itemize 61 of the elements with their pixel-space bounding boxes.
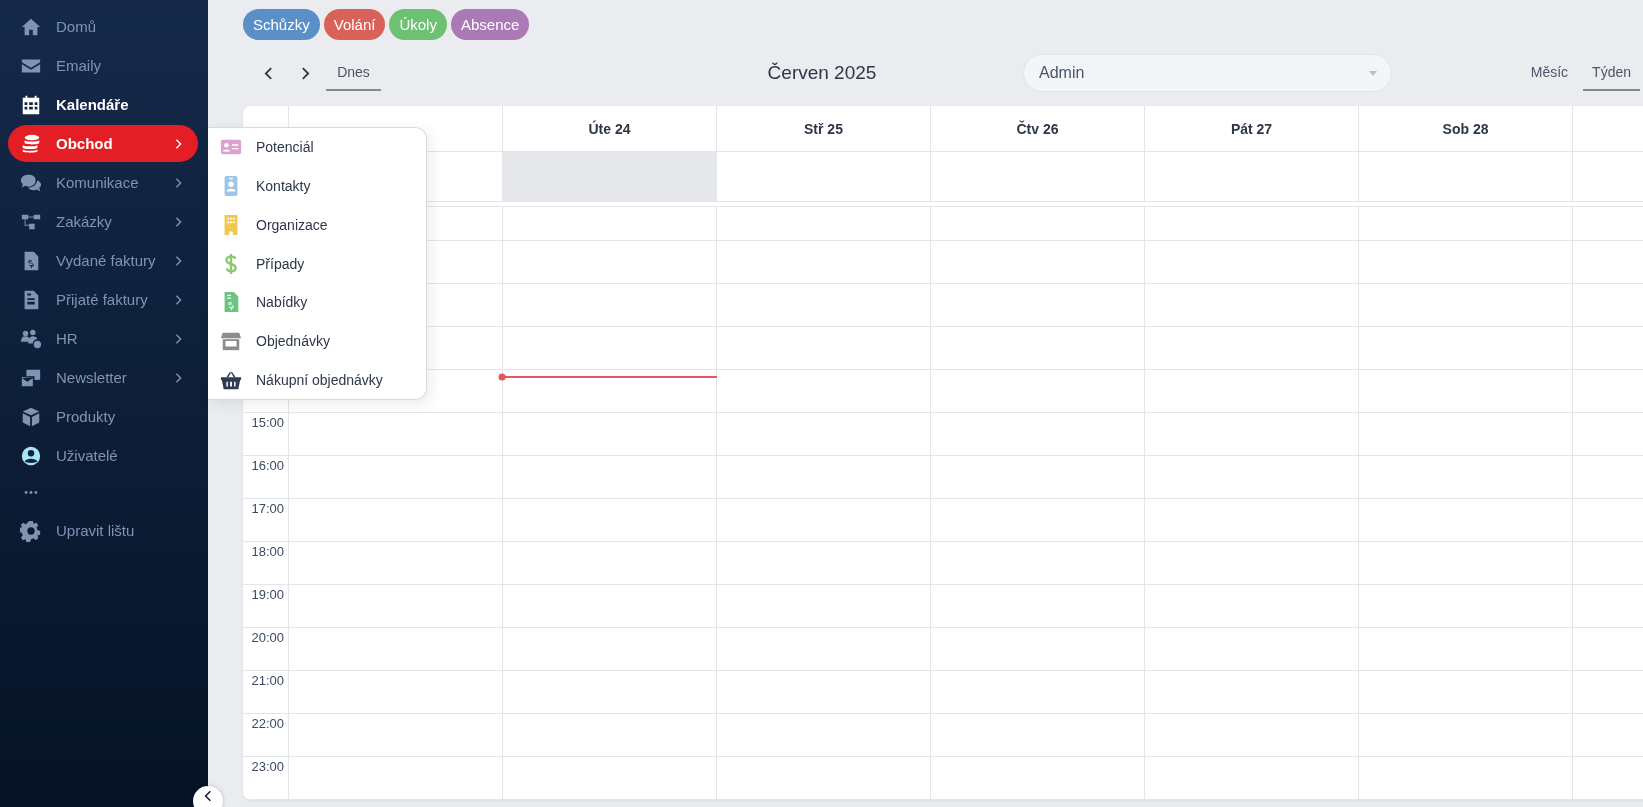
time-label: 17:00 (250, 500, 285, 516)
user-circle-icon (20, 444, 42, 467)
submenu-item[interactable]: Organizace (208, 205, 426, 245)
time-label: 18:00 (250, 543, 285, 559)
sidebar-item[interactable]: Uživatelé (8, 437, 198, 474)
today-button[interactable]: Dnes (326, 55, 381, 91)
calendar-icon (20, 93, 42, 116)
time-label: 22:00 (250, 715, 285, 731)
sidebar-item[interactable]: Domů (8, 8, 198, 45)
day-header: Úte 24 (588, 120, 631, 137)
submenu-item[interactable]: Nákupní objednávky (208, 360, 426, 400)
sidebar-item[interactable]: HR (8, 320, 198, 357)
submenu-item[interactable]: Potenciál (208, 128, 426, 167)
collapse-button[interactable] (193, 786, 223, 807)
chevron-right-icon (175, 332, 182, 345)
submenu-item[interactable]: Případy (208, 244, 426, 283)
user-select[interactable]: Admin (1023, 54, 1392, 92)
coins-icon (20, 132, 42, 155)
users-gear-icon (20, 327, 42, 350)
filter-tag[interactable]: Absence (450, 9, 530, 40)
chevron-right-icon (175, 215, 182, 228)
chevron-left-icon (263, 65, 273, 81)
sidebar-item[interactable]: Zakázky (8, 203, 198, 240)
sidebar-item[interactable]: Emaily (8, 47, 198, 84)
time-label: 15:00 (250, 414, 285, 430)
chevron-right-icon (175, 371, 182, 384)
settings-icon (20, 519, 42, 542)
sidebar-item[interactable]: Newsletter (8, 359, 198, 396)
day-header: Pát 27 (1230, 120, 1273, 137)
day-header: Čtv 26 (1016, 120, 1059, 137)
chevron-right-icon (175, 137, 182, 150)
chevron-right-icon (175, 293, 182, 306)
time-label: 16:00 (250, 457, 285, 473)
day-header: Sob 28 (1442, 120, 1489, 137)
time-label: 19:00 (250, 586, 285, 602)
submenu-item[interactable]: Kontakty (208, 166, 426, 206)
sidebar-item[interactable]: Obchod (8, 125, 198, 162)
chevron-left-icon (204, 789, 212, 803)
day-header: Stř 25 (804, 120, 843, 137)
chevron-right-icon (175, 254, 182, 267)
view-tab[interactable]: Měsíc (1521, 55, 1578, 91)
sidebar-item[interactable]: Komunikace (8, 164, 198, 201)
submenu-item[interactable]: Objednávky (208, 321, 426, 361)
box-icon (20, 405, 42, 428)
caret-down-icon (1369, 70, 1377, 76)
filter-tag[interactable]: Schůzky (243, 9, 320, 40)
chevron-right-icon (175, 176, 182, 189)
time-label: 23:00 (250, 758, 285, 774)
sidebar-item[interactable]: Vydané faktury (8, 242, 198, 279)
view-tab[interactable]: Týden (1583, 55, 1640, 91)
time-label: 20:00 (250, 629, 285, 645)
sidebar-item[interactable]: Kalendáře (8, 86, 198, 123)
sidebar-item[interactable]: Produkty (8, 398, 198, 435)
chevron-right-icon (300, 65, 310, 81)
submenu-item[interactable]: Nabídky (208, 282, 426, 322)
sidebar-item[interactable]: Přijaté faktury (8, 281, 198, 318)
time-label: 21:00 (250, 672, 285, 688)
more-dots-icon[interactable] (24, 490, 38, 495)
edit-sidebar-link[interactable]: Upravit lištu (8, 512, 198, 549)
filter-tag[interactable]: Volání (323, 9, 386, 40)
month-title: Červen 2025 (766, 62, 878, 84)
